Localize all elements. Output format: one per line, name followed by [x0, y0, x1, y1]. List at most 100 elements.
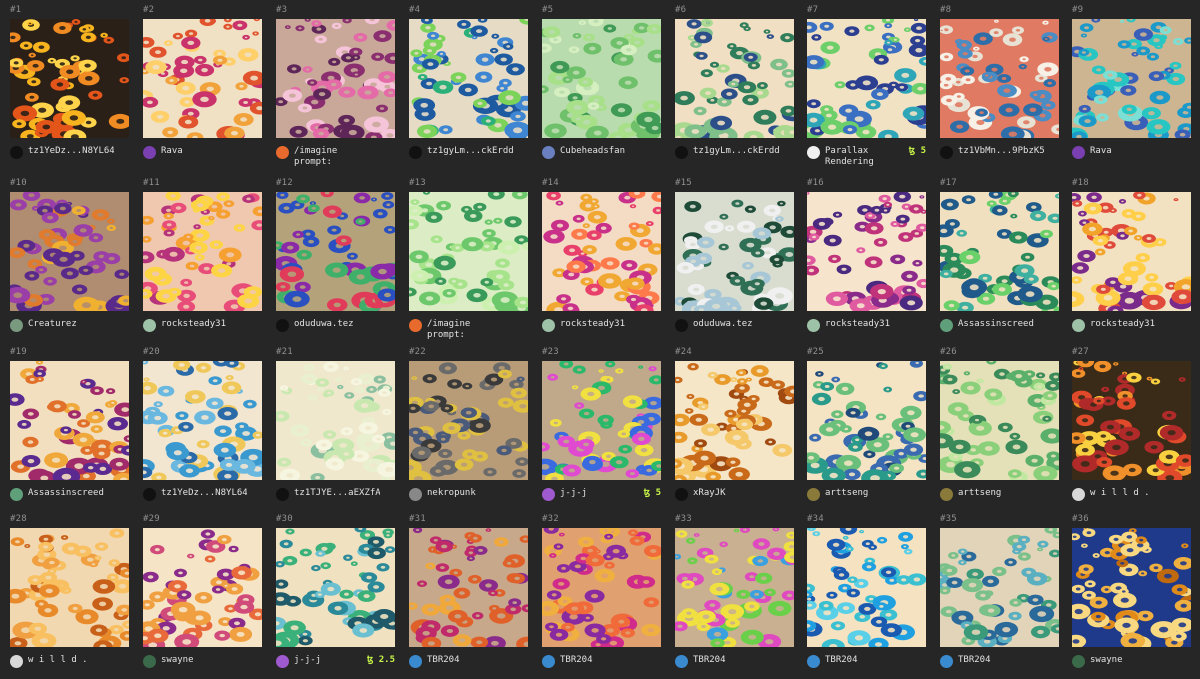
avatar[interactable] — [276, 319, 289, 332]
avatar[interactable] — [675, 319, 688, 332]
author-name-link[interactable]: Assassinscreed — [958, 319, 1034, 330]
token-card[interactable]: #34 TBR204 — [807, 514, 926, 679]
avatar[interactable] — [807, 655, 820, 668]
author-name-link[interactable]: Assassinscreed — [28, 488, 104, 499]
token-thumbnail[interactable] — [409, 19, 528, 138]
token-card[interactable]: #29 swayne — [143, 514, 262, 679]
avatar[interactable] — [143, 319, 156, 332]
author-name-link[interactable]: arttseng — [958, 488, 1001, 499]
author-name-link[interactable]: rocksteady31 — [161, 319, 226, 330]
token-thumbnail[interactable] — [675, 361, 794, 480]
avatar[interactable] — [276, 655, 289, 668]
author-name-link[interactable]: w i l l d . — [28, 655, 88, 666]
avatar[interactable] — [10, 319, 23, 332]
token-thumbnail[interactable] — [940, 19, 1059, 138]
author-name-link[interactable]: rocksteady31 — [825, 319, 890, 330]
avatar[interactable] — [542, 488, 555, 501]
avatar[interactable] — [409, 319, 422, 332]
author-name-link[interactable]: tz1YeDz...N8YL64n — [28, 146, 114, 157]
price-badge[interactable]: ꜩ 2.5 — [367, 655, 395, 665]
author-name-link[interactable]: /imagine prompt: — [294, 146, 380, 168]
token-card[interactable]: #4 tz1gyLm...ckErdd4 — [409, 5, 528, 170]
avatar[interactable] — [807, 319, 820, 332]
token-card[interactable]: #36 swayne — [1072, 514, 1191, 679]
token-thumbnail[interactable] — [542, 361, 661, 480]
token-thumbnail[interactable] — [10, 19, 129, 138]
token-thumbnail[interactable] — [143, 192, 262, 311]
token-card[interactable]: #25 arttseng — [807, 347, 926, 512]
token-card[interactable]: #21 tz1TJYE...aEXZfAi — [276, 347, 395, 512]
author-name-link[interactable]: swayne — [161, 655, 194, 666]
token-card[interactable]: #28 w i l l d . — [10, 514, 129, 679]
avatar[interactable] — [940, 655, 953, 668]
token-card[interactable]: #23 j-j-j ꜩ 5 — [542, 347, 661, 512]
token-thumbnail[interactable] — [276, 528, 395, 647]
author-name-link[interactable]: arttseng — [825, 488, 868, 499]
token-card[interactable]: #18 rocksteady31 — [1072, 178, 1191, 343]
avatar[interactable] — [542, 319, 555, 332]
token-card[interactable]: #16 rocksteady31 — [807, 178, 926, 343]
avatar[interactable] — [675, 146, 688, 159]
avatar[interactable] — [675, 655, 688, 668]
author-name-link[interactable]: w i l l d . — [1090, 488, 1150, 499]
author-name-link[interactable]: TBR204 — [825, 655, 858, 666]
token-thumbnail[interactable] — [675, 528, 794, 647]
token-thumbnail[interactable] — [542, 528, 661, 647]
token-thumbnail[interactable] — [807, 192, 926, 311]
token-card[interactable]: #24 xRayJK — [675, 347, 794, 512]
author-name-link[interactable]: tz1gyLm...ckErdd4 — [693, 146, 779, 157]
token-thumbnail[interactable] — [542, 19, 661, 138]
author-name-link[interactable]: Rava — [1090, 146, 1112, 157]
author-name-link[interactable]: j-j-j — [560, 488, 587, 499]
token-thumbnail[interactable] — [409, 528, 528, 647]
token-card[interactable]: #20 tz1YeDz...N8YL64n — [143, 347, 262, 512]
token-card[interactable]: #22 nekropunk — [409, 347, 528, 512]
author-name-link[interactable]: Rava — [161, 146, 183, 157]
avatar[interactable] — [276, 146, 289, 159]
avatar[interactable] — [409, 488, 422, 501]
avatar[interactable] — [940, 319, 953, 332]
author-name-link[interactable]: Parallax Rendering — [825, 146, 874, 168]
token-thumbnail[interactable] — [143, 361, 262, 480]
token-thumbnail[interactable] — [10, 192, 129, 311]
token-thumbnail[interactable] — [1072, 361, 1191, 480]
token-card[interactable]: #27 w i l l d . — [1072, 347, 1191, 512]
token-thumbnail[interactable] — [542, 192, 661, 311]
token-thumbnail[interactable] — [675, 19, 794, 138]
token-thumbnail[interactable] — [1072, 528, 1191, 647]
token-thumbnail[interactable] — [143, 528, 262, 647]
author-name-link[interactable]: oduduwa.tez — [693, 319, 753, 330]
author-name-link[interactable]: Creaturez — [28, 319, 77, 330]
author-name-link[interactable]: swayne — [1090, 655, 1123, 666]
token-card[interactable]: #3/imagine prompt: — [276, 5, 395, 170]
author-name-link[interactable]: rocksteady31 — [560, 319, 625, 330]
avatar[interactable] — [143, 655, 156, 668]
token-thumbnail[interactable] — [1072, 192, 1191, 311]
token-thumbnail[interactable] — [276, 361, 395, 480]
token-card[interactable]: #33 TBR204 — [675, 514, 794, 679]
author-name-link[interactable]: tz1gyLm...ckErdd4 — [427, 146, 513, 157]
avatar[interactable] — [940, 488, 953, 501]
token-card[interactable]: #13/imagine prompt: — [409, 178, 528, 343]
avatar[interactable] — [1072, 146, 1085, 159]
avatar[interactable] — [542, 655, 555, 668]
token-thumbnail[interactable] — [409, 361, 528, 480]
token-thumbnail[interactable] — [940, 192, 1059, 311]
token-card[interactable]: #12 oduduwa.tez — [276, 178, 395, 343]
price-badge[interactable]: ꜩ 5 — [644, 488, 661, 498]
token-thumbnail[interactable] — [409, 192, 528, 311]
avatar[interactable] — [143, 146, 156, 159]
avatar[interactable] — [10, 488, 23, 501]
avatar[interactable] — [1072, 488, 1085, 501]
author-name-link[interactable]: TBR204 — [693, 655, 726, 666]
author-name-link[interactable]: xRayJK — [693, 488, 726, 499]
token-card[interactable]: #5 Cubeheadsfan — [542, 5, 661, 170]
avatar[interactable] — [807, 146, 820, 159]
token-card[interactable]: #14 rocksteady31 — [542, 178, 661, 343]
token-card[interactable]: #30 j-j-j ꜩ 2.5 — [276, 514, 395, 679]
token-thumbnail[interactable] — [10, 528, 129, 647]
author-name-link[interactable]: /imagine prompt: — [427, 319, 513, 341]
token-thumbnail[interactable] — [675, 192, 794, 311]
token-thumbnail[interactable] — [10, 361, 129, 480]
token-card[interactable]: #35 TBR204 — [940, 514, 1059, 679]
